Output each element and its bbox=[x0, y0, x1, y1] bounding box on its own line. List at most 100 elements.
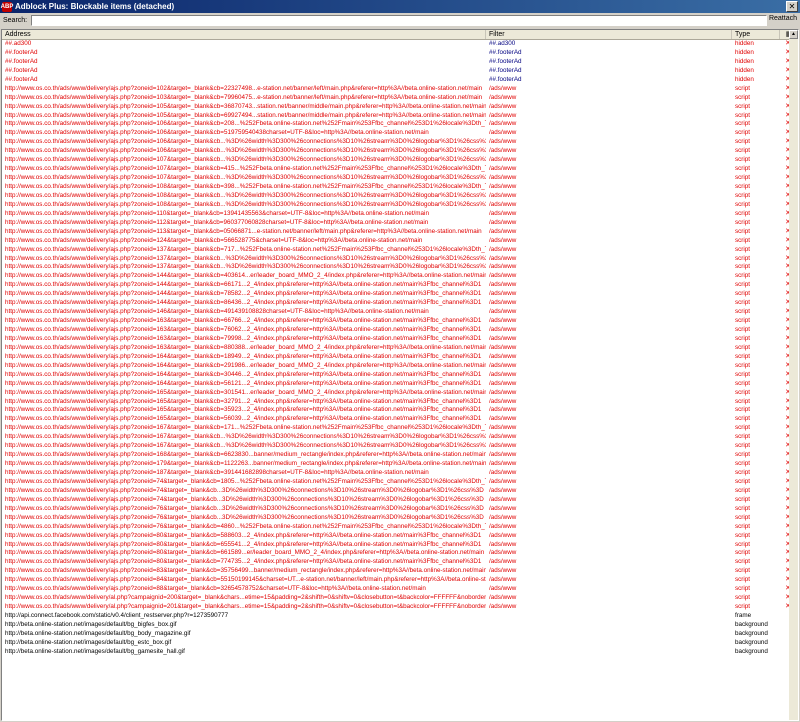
table-row[interactable]: http://www.os.co.th/ads/www/delivery/ajs… bbox=[2, 192, 798, 201]
table-row[interactable]: http://www.os.co.th/ads/www/delivery/ajs… bbox=[2, 156, 798, 165]
column-header-type[interactable]: Type bbox=[732, 30, 780, 39]
type-cell: script bbox=[735, 147, 751, 155]
filter-cell: /ads/www bbox=[489, 102, 517, 110]
address-cell: http://www.os.co.th/ads/www/delivery/ajs… bbox=[5, 549, 485, 557]
table-row[interactable]: http://www.os.co.th/ads/www/delivery/ajs… bbox=[2, 103, 798, 112]
table-row[interactable]: http://www.os.co.th/ads/www/delivery/ajs… bbox=[2, 541, 798, 550]
table-row[interactable]: http://beta.online-station.net/images/de… bbox=[2, 621, 798, 630]
table-row[interactable]: http://www.os.co.th/ads/www/delivery/ajs… bbox=[2, 451, 798, 460]
address-cell: http://www.os.co.th/ads/www/delivery/ajs… bbox=[5, 424, 486, 432]
table-row[interactable]: ##.footerAd ##.footerAd hidden ✕ bbox=[2, 67, 798, 76]
column-header-filter[interactable]: Filter bbox=[486, 30, 732, 39]
table-row[interactable]: http://www.os.co.th/ads/www/delivery/ajs… bbox=[2, 362, 798, 371]
table-row[interactable]: http://www.os.co.th/ads/www/delivery/ajs… bbox=[2, 424, 798, 433]
vertical-scrollbar[interactable]: ▲ bbox=[789, 30, 798, 720]
table-row[interactable]: http://www.os.co.th/ads/www/delivery/ajs… bbox=[2, 496, 798, 505]
table-row[interactable]: http://www.os.co.th/ads/www/delivery/ajs… bbox=[2, 335, 798, 344]
address-cell: http://www.os.co.th/ads/www/delivery/ajs… bbox=[5, 576, 486, 584]
search-input[interactable] bbox=[31, 15, 768, 26]
address-cell: http://www.os.co.th/ads/www/delivery/ajs… bbox=[5, 504, 484, 512]
table-row[interactable]: http://www.os.co.th/ads/www/delivery/ajs… bbox=[2, 290, 798, 299]
type-cell: script bbox=[735, 361, 751, 369]
table-row[interactable]: http://www.os.co.th/ads/www/delivery/ajs… bbox=[2, 523, 798, 532]
table-row[interactable]: http://www.os.co.th/ads/www/delivery/al.… bbox=[2, 603, 798, 612]
table-row[interactable]: http://www.os.co.th/ads/www/delivery/ajs… bbox=[2, 344, 798, 353]
address-cell: http://www.os.co.th/ads/www/delivery/ajs… bbox=[5, 397, 482, 405]
table-row[interactable]: http://www.os.co.th/ads/www/delivery/ajs… bbox=[2, 120, 798, 129]
table-row[interactable]: http://www.os.co.th/ads/www/delivery/ajs… bbox=[2, 138, 798, 147]
table-row[interactable]: http://www.os.co.th/ads/www/delivery/ajs… bbox=[2, 371, 798, 380]
table-row[interactable]: http://www.os.co.th/ads/www/delivery/ajs… bbox=[2, 469, 798, 478]
table-row[interactable]: http://www.os.co.th/ads/www/delivery/ajs… bbox=[2, 147, 798, 156]
table-row[interactable]: http://www.os.co.th/ads/www/delivery/ajs… bbox=[2, 174, 798, 183]
type-cell: script bbox=[735, 129, 751, 137]
filter-cell: /ads/www bbox=[489, 352, 517, 360]
table-row[interactable]: ##.footerAd ##.footerAd hidden ✕ bbox=[2, 76, 798, 85]
table-row[interactable]: http://www.os.co.th/ads/www/delivery/ajs… bbox=[2, 272, 798, 281]
table-row[interactable]: http://www.os.co.th/ads/www/delivery/ajs… bbox=[2, 281, 798, 290]
table-row[interactable]: http://www.os.co.th/ads/www/delivery/ajs… bbox=[2, 183, 798, 192]
table-row[interactable]: http://www.os.co.th/ads/www/delivery/ajs… bbox=[2, 263, 798, 272]
table-row[interactable]: http://www.os.co.th/ads/www/delivery/ajs… bbox=[2, 326, 798, 335]
type-cell: script bbox=[735, 442, 751, 450]
window-title: Adblock Plus: Blockable items (detached) bbox=[15, 2, 175, 11]
table-row[interactable]: http://www.os.co.th/ads/www/delivery/ajs… bbox=[2, 576, 798, 585]
table-row[interactable]: http://beta.online-station.net/images/de… bbox=[2, 630, 798, 639]
table-row[interactable]: http://www.os.co.th/ads/www/delivery/ajs… bbox=[2, 389, 798, 398]
address-cell: http://www.os.co.th/ads/www/delivery/ajs… bbox=[5, 585, 426, 593]
scroll-up-icon[interactable]: ▲ bbox=[789, 30, 798, 39]
table-row[interactable]: http://www.os.co.th/ads/www/delivery/ajs… bbox=[2, 487, 798, 496]
table-row[interactable]: http://www.os.co.th/ads/www/delivery/ajs… bbox=[2, 442, 798, 451]
table-row[interactable]: http://www.os.co.th/ads/www/delivery/ajs… bbox=[2, 308, 798, 317]
table-row[interactable]: http://www.os.co.th/ads/www/delivery/al.… bbox=[2, 594, 798, 603]
reattach-button[interactable]: Reattach bbox=[769, 15, 797, 22]
blockable-items-list[interactable]: Address Filter Type ▦ ##.ad300 ##.ad300 hi… bbox=[1, 29, 799, 721]
table-row[interactable]: http://www.os.co.th/ads/www/delivery/ajs… bbox=[2, 94, 798, 103]
table-row[interactable]: http://beta.online-station.net/images/de… bbox=[2, 639, 798, 648]
table-row[interactable]: http://www.os.co.th/ads/www/delivery/ajs… bbox=[2, 380, 798, 389]
table-row[interactable]: http://www.os.co.th/ads/www/delivery/ajs… bbox=[2, 255, 798, 264]
address-cell: http://www.os.co.th/ads/www/delivery/ajs… bbox=[5, 191, 486, 199]
close-button[interactable]: ✕ bbox=[786, 1, 798, 12]
address-cell: http://www.os.co.th/ads/www/delivery/ajs… bbox=[5, 317, 482, 325]
table-row[interactable]: http://www.os.co.th/ads/www/delivery/ajs… bbox=[2, 201, 798, 210]
table-row[interactable]: http://www.os.co.th/ads/www/delivery/ajs… bbox=[2, 415, 798, 424]
table-row[interactable]: http://www.os.co.th/ads/www/delivery/ajs… bbox=[2, 567, 798, 576]
table-row[interactable]: ##.ad300 ##.ad300 hidden ✕ bbox=[2, 40, 798, 49]
table-row[interactable]: ##.footerAd ##.footerAd hidden ✕ bbox=[2, 49, 798, 58]
type-cell: script bbox=[735, 227, 751, 235]
table-row[interactable]: http://www.os.co.th/ads/www/delivery/ajs… bbox=[2, 532, 798, 541]
type-cell: script bbox=[735, 138, 751, 146]
table-row[interactable]: http://www.os.co.th/ads/www/delivery/ajs… bbox=[2, 505, 798, 514]
table-row[interactable]: http://www.os.co.th/ads/www/delivery/ajs… bbox=[2, 478, 798, 487]
table-row[interactable]: http://www.os.co.th/ads/www/delivery/ajs… bbox=[2, 112, 798, 121]
filter-cell bbox=[486, 612, 732, 621]
table-row[interactable]: ##.footerAd ##.footerAd hidden ✕ bbox=[2, 58, 798, 67]
table-row[interactable]: http://www.os.co.th/ads/www/delivery/ajs… bbox=[2, 549, 798, 558]
table-row[interactable]: http://www.os.co.th/ads/www/delivery/ajs… bbox=[2, 585, 798, 594]
table-row[interactable]: http://www.os.co.th/ads/www/delivery/ajs… bbox=[2, 317, 798, 326]
table-row[interactable]: http://api.connect.facebook.com/static/v… bbox=[2, 612, 798, 621]
table-row[interactable]: http://www.os.co.th/ads/www/delivery/ajs… bbox=[2, 85, 798, 94]
table-row[interactable]: http://www.os.co.th/ads/www/delivery/ajs… bbox=[2, 210, 798, 219]
table-row[interactable]: http://www.os.co.th/ads/www/delivery/ajs… bbox=[2, 514, 798, 523]
table-row[interactable]: http://www.os.co.th/ads/www/delivery/ajs… bbox=[2, 246, 798, 255]
table-row[interactable]: http://beta.online-station.net/images/de… bbox=[2, 648, 798, 657]
table-row[interactable]: http://www.os.co.th/ads/www/delivery/ajs… bbox=[2, 129, 798, 138]
table-row[interactable]: http://www.os.co.th/ads/www/delivery/ajs… bbox=[2, 353, 798, 362]
table-row[interactable]: http://www.os.co.th/ads/www/delivery/ajs… bbox=[2, 398, 798, 407]
table-row[interactable]: http://www.os.co.th/ads/www/delivery/ajs… bbox=[2, 299, 798, 308]
address-cell: http://www.os.co.th/ads/www/delivery/ajs… bbox=[5, 486, 484, 494]
table-row[interactable]: http://www.os.co.th/ads/www/delivery/ajs… bbox=[2, 558, 798, 567]
table-row[interactable]: http://www.os.co.th/ads/www/delivery/ajs… bbox=[2, 228, 798, 237]
type-cell: script bbox=[735, 272, 751, 280]
table-row[interactable]: http://www.os.co.th/ads/www/delivery/ajs… bbox=[2, 460, 798, 469]
table-row[interactable]: http://www.os.co.th/ads/www/delivery/ajs… bbox=[2, 165, 798, 174]
table-row[interactable]: http://www.os.co.th/ads/www/delivery/ajs… bbox=[2, 406, 798, 415]
type-cell: script bbox=[735, 308, 751, 316]
table-row[interactable]: http://www.os.co.th/ads/www/delivery/ajs… bbox=[2, 433, 798, 442]
column-header-address[interactable]: Address bbox=[2, 30, 486, 39]
table-row[interactable]: http://www.os.co.th/ads/www/delivery/ajs… bbox=[2, 237, 798, 246]
type-cell: script bbox=[735, 102, 751, 110]
table-row[interactable]: http://www.os.co.th/ads/www/delivery/ajs… bbox=[2, 219, 798, 228]
